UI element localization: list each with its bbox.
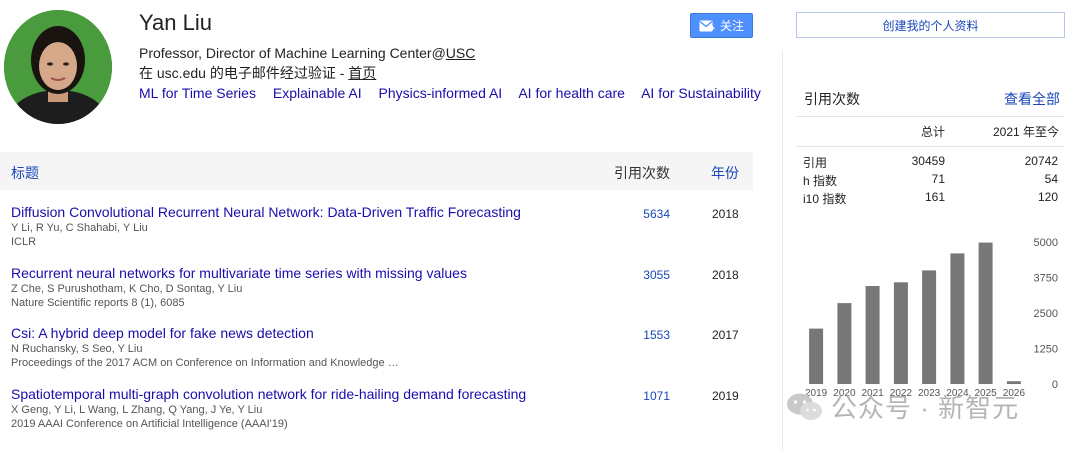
stats-divider xyxy=(796,116,1065,117)
stats-row-citations: 引用 30459 20742 xyxy=(803,154,1058,172)
column-divider xyxy=(782,50,783,450)
mail-icon xyxy=(699,20,715,31)
affiliation-org-link[interactable]: USC xyxy=(446,45,476,61)
publication-year: 2019 xyxy=(712,389,739,403)
citations-chart: 2019 2020 2021 2022 2023 2024 2025 2026 0 1250 250… xyxy=(796,232,1080,402)
column-year[interactable]: 年份 xyxy=(711,163,739,183)
research-interests: ML for Time Series Explainable AI Physic… xyxy=(139,85,774,101)
stat-total: 30459 xyxy=(911,154,945,168)
column-title[interactable]: 标题 xyxy=(11,163,39,183)
stat-since: 54 xyxy=(1044,172,1058,186)
interest-tag[interactable]: AI for health care xyxy=(518,85,625,101)
chart-bar-2021[interactable] xyxy=(865,286,880,384)
table-row: Spatiotemporal multi-graph convolution n… xyxy=(0,386,753,446)
publication-year: 2017 xyxy=(712,328,739,342)
verified-email-text: 在 usc.edu 的电子邮件经过验证 - xyxy=(139,65,349,81)
chart-bar-2026[interactable] xyxy=(1006,381,1021,384)
stats-col-since: 2021 年至今 xyxy=(993,125,1060,139)
stat-label: 引用 xyxy=(803,156,828,170)
publication-title[interactable]: Csi: A hybrid deep model for fake news d… xyxy=(11,325,314,341)
chart-y-tick-label: 2500 xyxy=(1034,308,1058,320)
chart-bar-2020[interactable] xyxy=(837,303,852,384)
table-row: Diffusion Convolutional Recurrent Neural… xyxy=(0,204,753,264)
stat-label: h 指数 xyxy=(803,174,838,188)
stats-row-i10-index: i10 指数 161 120 xyxy=(803,190,1058,208)
publication-cited-by[interactable]: 5634 xyxy=(640,207,670,221)
publication-venue: Nature Scientific reports 8 (1), 6085 xyxy=(11,297,185,309)
publication-authors: N Ruchansky, S Seo, Y Liu xyxy=(11,343,143,355)
chart-bar-2022[interactable] xyxy=(893,282,908,384)
publication-title[interactable]: Diffusion Convolutional Recurrent Neural… xyxy=(11,204,521,220)
watermark: 公众号 · 新智元 xyxy=(785,388,1019,425)
publication-venue: 2019 AAAI Conference on Artificial Intel… xyxy=(11,418,288,430)
stats-col-total: 总计 xyxy=(921,125,946,139)
stat-since: 120 xyxy=(1037,190,1058,204)
publication-title[interactable]: Spatiotemporal multi-graph convolution n… xyxy=(11,386,526,402)
stat-total: 161 xyxy=(924,190,945,204)
create-profile-button[interactable]: 创建我的个人资料 xyxy=(796,12,1065,38)
wechat-icon xyxy=(787,393,822,420)
publication-authors: Y Li, R Yu, C Shahabi, Y Liu xyxy=(11,222,148,234)
publication-authors: Z Che, S Purushotham, K Cho, D Sontag, Y… xyxy=(11,283,243,295)
cited-by-heading: 引用次数 xyxy=(804,91,860,107)
view-all-link[interactable]: 查看全部 xyxy=(1004,89,1060,109)
avatar-portrait-icon xyxy=(4,10,112,124)
interest-tag[interactable]: Explainable AI xyxy=(273,85,362,101)
stats-divider xyxy=(796,146,1065,147)
chart-bar-2019[interactable] xyxy=(809,328,824,384)
chart-y-tick-label: 0 xyxy=(1052,379,1058,391)
chart-y-tick-label: 1250 xyxy=(1034,344,1058,356)
profile-affiliation: Professor, Director of Machine Learning … xyxy=(139,45,475,61)
publication-venue: Proceedings of the 2017 ACM on Conferenc… xyxy=(11,357,399,369)
citations-bar-chart: 2019 2020 2021 2022 2023 2024 2025 202601250250… xyxy=(805,237,1058,399)
watermark-text: 公众号 · 新智元 xyxy=(831,393,1020,423)
homepage-link[interactable]: 首页 xyxy=(348,65,376,81)
chart-bar-2023[interactable] xyxy=(922,270,937,384)
publication-cited-by[interactable]: 1071 xyxy=(640,389,670,403)
profile-avatar xyxy=(4,10,112,124)
chart-bar-2024[interactable] xyxy=(950,253,965,384)
publication-cited-by[interactable]: 3055 xyxy=(640,268,670,282)
verified-email: 在 usc.edu 的电子邮件经过验证 - 首页 xyxy=(139,63,376,83)
publication-venue: ICLR xyxy=(11,236,37,248)
profile-name: Yan Liu xyxy=(139,10,212,35)
publications-table-header: 标题 引用次数 年份 xyxy=(0,152,753,190)
follow-button[interactable]: 关注 xyxy=(690,13,753,38)
column-cited-by[interactable]: 引用次数 xyxy=(614,163,670,183)
affiliation-text: Professor, Director of Machine Learning … xyxy=(139,45,446,61)
stat-since: 20742 xyxy=(1024,154,1058,168)
publication-year: 2018 xyxy=(712,207,739,221)
publication-year: 2018 xyxy=(712,268,739,282)
publication-cited-by[interactable]: 1553 xyxy=(640,328,670,342)
interest-tag[interactable]: AI for Sustainability xyxy=(641,85,761,101)
stat-total: 71 xyxy=(931,172,945,186)
follow-label: 关注 xyxy=(719,19,744,33)
chart-y-tick-label: 3750 xyxy=(1034,273,1058,285)
stats-row-h-index: h 指数 71 54 xyxy=(803,172,1058,190)
publication-authors: X Geng, Y Li, L Wang, L Zhang, Q Yang, J… xyxy=(11,404,263,416)
table-row: Recurrent neural networks for multivaria… xyxy=(0,265,753,325)
table-row: Csi: A hybrid deep model for fake news d… xyxy=(0,325,753,385)
chart-bar-2025[interactable] xyxy=(978,242,993,384)
stat-label: i10 指数 xyxy=(803,192,847,206)
chart-y-tick-label: 5000 xyxy=(1034,237,1058,249)
interest-tag[interactable]: Physics-informed AI xyxy=(378,85,502,101)
interest-tag[interactable]: ML for Time Series xyxy=(139,85,256,101)
publication-title[interactable]: Recurrent neural networks for multivaria… xyxy=(11,265,467,281)
